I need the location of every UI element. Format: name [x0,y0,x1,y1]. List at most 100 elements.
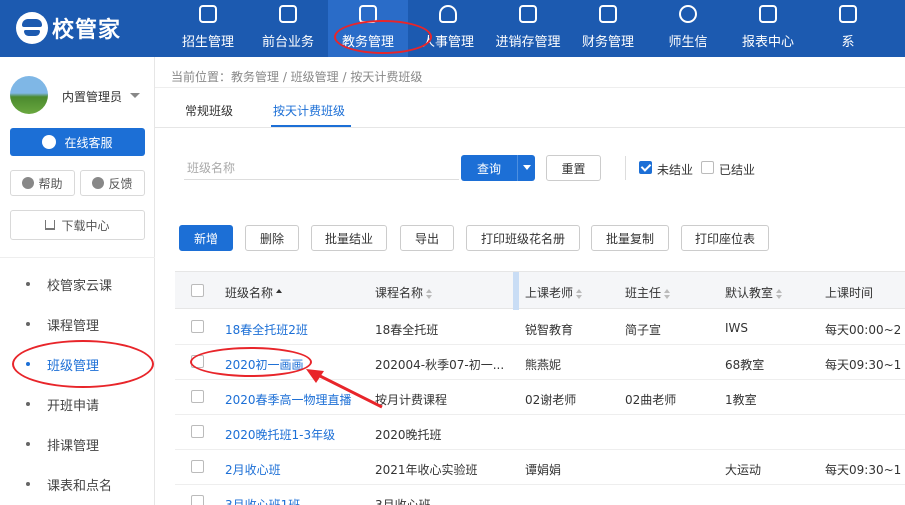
nav-item-reports[interactable]: 报表中心 [728,0,808,57]
table-header: 班级名称 课程名称 上课老师 班主任 默认教室 上课时间 [175,271,905,310]
top-nav-bar: 校管家 招生管理 前台业务 教务管理 人事管理 进销存管理 财务管理 师生信 报… [0,0,905,57]
column-header-classroom[interactable]: 默认教室 [725,284,783,301]
row-checkbox[interactable] [191,495,204,505]
header-label: 班主任 [625,286,662,300]
row-checkbox[interactable] [191,320,204,333]
classroom-cell: 1教室 [725,393,757,407]
highlight-ellipse-class-management [12,340,154,388]
query-dropdown-chevron-icon[interactable] [517,155,535,181]
sidebar-item-cloud-course[interactable]: 校管家云课 [0,266,155,302]
nav-item-enrollment[interactable]: 招生管理 [168,0,248,57]
class-time-cell: 每天09:30~1 [825,358,902,372]
logo-text: 校管家 [52,18,122,43]
bullet-icon [26,442,30,446]
user-name[interactable]: 内置管理员 [62,88,122,105]
nav-item-inventory[interactable]: 进销存管理 [488,0,568,57]
print-seating-button[interactable]: 打印座位表 [681,225,769,251]
download-icon [45,220,56,230]
sidebar-item-scheduling[interactable]: 排课管理 [0,426,155,462]
online-service-label: 在线客服 [64,135,113,150]
nav-label: 招生管理 [181,35,234,50]
sidebar-item-class-application[interactable]: 开班申请 [0,386,155,422]
sidebar-item-course-management[interactable]: 课程管理 [0,306,155,342]
row-checkbox[interactable] [191,460,204,473]
logo[interactable]: 校管家 [16,12,121,44]
column-header-teacher[interactable]: 上课老师 [525,284,583,301]
nav-item-finance[interactable]: 财务管理 [568,0,648,57]
nav-item-front-desk[interactable]: 前台业务 [248,0,328,57]
class-name-search-input[interactable] [184,156,459,180]
table-row[interactable]: 3月收心班1班 3月收心班 [175,485,905,505]
batch-graduate-button[interactable]: 批量结业 [311,225,387,251]
class-name-link[interactable]: 3月收心班1班 [225,496,300,505]
tab-regular-classes[interactable]: 常规班级 [185,102,233,119]
feedback-button[interactable]: 反馈 [80,170,145,196]
header-label: 上课老师 [525,286,574,300]
sort-icon [776,288,783,299]
divider [625,156,626,180]
table-row[interactable]: 2月收心班 2021年收心实验班 谭娟娟 大运动 每天09:30~1 [175,450,905,485]
row-checkbox[interactable] [191,425,204,438]
monitor-icon [279,5,297,23]
download-label: 下载中心 [61,218,110,233]
highlight-ellipse-academic-nav [334,20,432,54]
avatar[interactable] [10,76,48,114]
header-label: 课程名称 [375,286,424,300]
person-icon [439,5,457,23]
bullet-icon [26,322,30,326]
column-header-head-teacher[interactable]: 班主任 [625,284,671,301]
unfinished-checkbox[interactable] [639,161,652,174]
table-row[interactable]: 18春全托班2班 18春全托班 锐智教育 简子宣 IWS 每天00:00~2 [175,310,905,345]
classroom-cell: IWS [725,321,749,335]
sort-icon [664,288,671,299]
nav-item-system[interactable]: 系 [808,0,888,57]
sidebar-item-label: 课程管理 [47,318,100,334]
column-resize-handle[interactable] [513,272,519,310]
sidebar-item-label: 课表和点名 [47,478,113,494]
delete-label: 删除 [259,231,284,246]
head-teacher-cell: 简子宣 [625,323,662,337]
query-button[interactable]: 查询 [461,155,517,181]
chevron-down-icon[interactable] [130,93,140,98]
divider [155,87,905,88]
export-button[interactable]: 导出 [400,225,454,251]
export-label: 导出 [414,231,439,246]
online-service-button[interactable]: 在线客服 [10,128,145,156]
finished-checkbox[interactable] [701,161,714,174]
course-name-cell: 202004-秋季07-初一... [375,358,505,372]
nav-label: 师生信 [668,35,708,50]
column-header-class-name[interactable]: 班级名称 [225,284,283,301]
main-content: 当前位置：教务管理 / 班级管理 / 按天计费班级 常规班级 按天计费班级 查询… [155,57,905,505]
teacher-cell: 熊燕妮 [525,358,562,372]
classroom-cell: 大运动 [725,463,762,477]
help-button[interactable]: 帮助 [10,170,75,196]
column-header-course-name[interactable]: 课程名称 [375,284,433,301]
nav-label: 财务管理 [581,35,634,50]
sidebar-item-timetable-rollcall[interactable]: 课表和点名 [0,466,155,502]
sidebar-item-label: 校管家云课 [47,278,113,294]
batch-copy-button[interactable]: 批量复制 [591,225,669,251]
inventory-icon [519,5,537,23]
finished-label[interactable]: 已结业 [719,161,755,178]
class-name-link[interactable]: 2月收心班 [225,461,281,478]
nav-label: 系 [841,35,855,50]
nav-item-messages[interactable]: 师生信 [648,0,728,57]
download-center-button[interactable]: 下载中心 [10,210,145,240]
tab-daily-billing-classes[interactable]: 按天计费班级 [273,102,345,119]
header-label: 班级名称 [225,286,274,300]
nav-label: 前台业务 [261,35,314,50]
table-row[interactable]: 2020晚托班1-3年级 2020晚托班 [175,415,905,450]
print-roster-button[interactable]: 打印班级花名册 [466,225,580,251]
delete-button[interactable]: 删除 [245,225,299,251]
unfinished-label[interactable]: 未结业 [657,161,693,178]
add-button[interactable]: 新增 [179,225,233,251]
class-name-link[interactable]: 2020晚托班1-3年级 [225,426,335,443]
table-row[interactable]: 2020春季高一物理直播 按月计费课程 02谢老师 02曲老师 1教室 [175,380,905,415]
class-name-link[interactable]: 18春全托班2班 [225,321,308,338]
select-all-checkbox[interactable] [191,284,204,297]
column-header-class-time[interactable]: 上课时间 [825,284,873,301]
row-checkbox[interactable] [191,390,204,403]
reset-button[interactable]: 重置 [546,155,601,181]
pointer-arrow-icon [306,369,383,409]
feedback-label: 反馈 [108,176,133,191]
